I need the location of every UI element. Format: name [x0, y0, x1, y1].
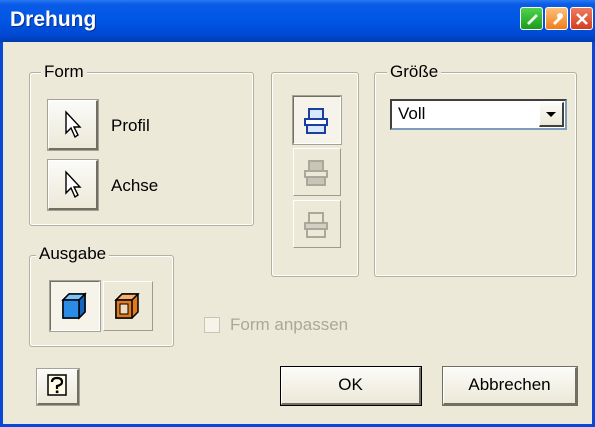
profile-select-button[interactable] [47, 99, 99, 151]
close-icon [576, 13, 588, 25]
dropdown-arrow-button[interactable] [539, 102, 564, 127]
minimize-button[interactable] [520, 7, 543, 30]
title-bar[interactable]: Drehung [0, 0, 595, 42]
size-dropdown-value: Voll [398, 104, 426, 123]
extents-symmetric-icon [304, 212, 328, 238]
help-pin-button[interactable] [545, 7, 568, 30]
fit-form-label: Form anpassen [230, 315, 349, 334]
pin-icon [553, 13, 563, 25]
size-dropdown[interactable]: Voll [390, 99, 567, 130]
form-group-legend: Form [41, 62, 87, 82]
extents-direction-1-icon [304, 108, 328, 134]
cancel-button[interactable]: Abbrechen [442, 366, 578, 406]
solid-cube-icon [61, 292, 87, 320]
chevron-down-icon [546, 112, 556, 117]
axis-label: Achse [111, 176, 159, 195]
surface-output-button[interactable] [103, 281, 153, 331]
help-button[interactable] [36, 368, 80, 406]
profile-label: Profil [111, 116, 150, 135]
output-group-legend: Ausgabe [36, 244, 110, 264]
cursor-arrow-icon [65, 110, 82, 139]
dialog-window: Drehung Form Profil Achse Ausgabe Größe … [0, 0, 595, 427]
extents-direction-1-button[interactable] [292, 95, 342, 145]
ok-button-label: OK [338, 375, 363, 394]
cursor-arrow-icon [65, 170, 82, 199]
extents-direction-2-icon [304, 160, 328, 186]
minimize-icon [527, 14, 538, 25]
close-button[interactable] [570, 7, 593, 30]
extents-symmetric-button [293, 200, 341, 248]
fit-form-checkbox[interactable] [204, 317, 220, 333]
cancel-button-label: Abbrechen [468, 375, 551, 394]
axis-select-button[interactable] [47, 159, 99, 211]
extents-direction-2-button [293, 148, 341, 196]
solid-output-button[interactable] [49, 280, 101, 332]
size-group-legend: Größe [387, 62, 442, 82]
ok-button[interactable]: OK [280, 366, 422, 406]
surface-cube-icon [114, 293, 140, 319]
help-question-icon [47, 374, 67, 396]
window-title: Drehung [10, 8, 97, 31]
